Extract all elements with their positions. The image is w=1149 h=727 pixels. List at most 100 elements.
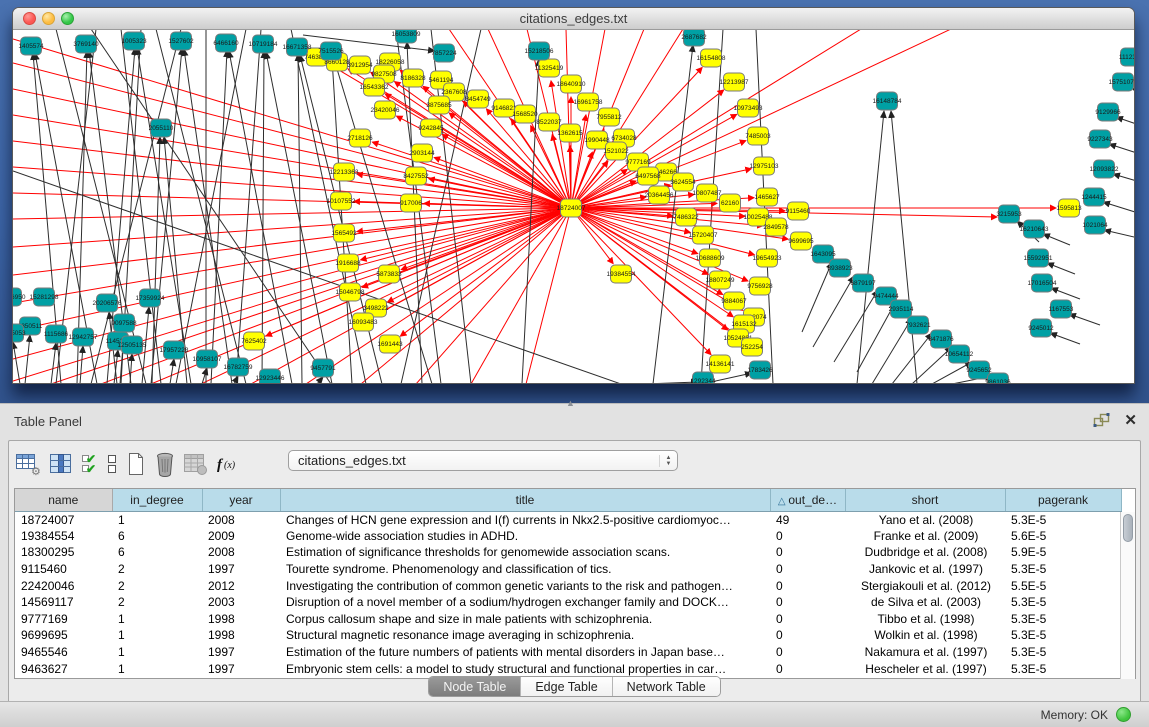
table-cell[interactable]: 9463627: [15, 660, 112, 677]
table-row[interactable]: 969969511998Structural magnetic resonanc…: [15, 627, 1121, 644]
network-node[interactable]: 1565492: [331, 224, 357, 242]
network-node[interactable]: 18807249: [706, 271, 735, 289]
network-node[interactable]: 1112304: [1119, 48, 1134, 66]
table-cell[interactable]: 1997: [202, 561, 280, 578]
memory-status-indicator[interactable]: [1116, 707, 1131, 722]
table-cell[interactable]: 1997: [202, 660, 280, 677]
network-node[interactable]: 1465627: [754, 188, 780, 206]
network-node[interactable]: 1244415: [1081, 188, 1107, 206]
network-node[interactable]: 16782759: [224, 358, 253, 376]
table-cell[interactable]: Changes of HCN gene expression and I(f) …: [280, 511, 770, 528]
table-cell[interactable]: Dudbridge et al. (2008): [845, 544, 1005, 561]
network-node[interactable]: 8454749: [465, 90, 491, 108]
table-cell[interactable]: 1: [112, 511, 202, 528]
table-cell[interactable]: 9777169: [15, 611, 112, 628]
network-node[interactable]: 3875685: [426, 96, 452, 114]
table-row[interactable]: 1456911722003Disruption of a novel membe…: [15, 594, 1121, 611]
table-cell[interactable]: 2: [112, 577, 202, 594]
table-cell[interactable]: 0: [770, 528, 845, 545]
table-cell[interactable]: Corpus callosum shape and size in male p…: [280, 611, 770, 628]
table-cell[interactable]: Franke et al. (2009): [845, 528, 1005, 545]
network-node[interactable]: 5873833: [376, 265, 402, 283]
table-cell[interactable]: 1998: [202, 627, 280, 644]
table-settings-icon[interactable]: ⚙: [15, 452, 41, 476]
network-node[interactable]: 16148784: [873, 92, 902, 110]
column-header-pagerank[interactable]: pagerank: [1005, 489, 1121, 511]
network-graph[interactable]: 7463822866012839129541822605898275088186…: [13, 30, 1134, 383]
network-node[interactable]: 8427552: [403, 167, 429, 185]
network-node[interactable]: 15592951: [1024, 249, 1053, 267]
network-node[interactable]: 16671358: [283, 38, 312, 56]
network-node[interactable]: 16053809: [392, 30, 421, 43]
column-header-out_de[interactable]: △ out_de…: [770, 489, 845, 511]
network-node[interactable]: 10958107: [193, 350, 222, 368]
table-cell[interactable]: Embryonic stem cells: a model to study s…: [280, 660, 770, 677]
column-header-year[interactable]: year: [202, 489, 280, 511]
table-cell[interactable]: 5.3E-5: [1005, 594, 1121, 611]
table-cell[interactable]: Estimation of significance thresholds fo…: [280, 544, 770, 561]
rows-icon[interactable]: [106, 452, 118, 476]
float-panel-icon[interactable]: [1093, 412, 1110, 429]
network-node[interactable]: 12942757: [69, 328, 98, 346]
network-node[interactable]: 15046798: [336, 283, 365, 301]
network-node[interactable]: 1527602: [168, 32, 194, 50]
network-node[interactable]: 7625402: [241, 332, 267, 350]
splitter-handle[interactable]: ▲: [566, 398, 575, 408]
network-node[interactable]: 2718126: [347, 129, 373, 147]
network-node[interactable]: 2849578: [763, 218, 789, 236]
network-node[interactable]: 9245012: [1028, 319, 1054, 337]
table-cell[interactable]: 5.3E-5: [1005, 511, 1121, 528]
network-node[interactable]: 252254: [741, 338, 763, 356]
table-cell[interactable]: 18724007: [15, 511, 112, 528]
network-node[interactable]: 10719184: [249, 35, 278, 53]
network-node[interactable]: 6497568: [635, 167, 661, 185]
network-node[interactable]: 2055110: [149, 119, 174, 137]
table-cell[interactable]: 5.3E-5: [1005, 561, 1121, 578]
network-node[interactable]: 917006: [400, 194, 422, 212]
network-node[interactable]: 1521022: [603, 142, 629, 160]
network-node[interactable]: 7857224: [431, 44, 457, 62]
network-node[interactable]: 9227343: [1087, 130, 1113, 148]
table-row[interactable]: 977716911998Corpus callosum shape and si…: [15, 611, 1121, 628]
table-row[interactable]: 946554611997Estimation of the future num…: [15, 644, 1121, 661]
table-cell[interactable]: 6: [112, 528, 202, 545]
table-cell[interactable]: Genome-wide association studies in ADHD.: [280, 528, 770, 545]
network-node[interactable]: 1005323: [121, 32, 147, 50]
network-node[interactable]: 12975103: [750, 157, 779, 175]
table-cell[interactable]: 0: [770, 544, 845, 561]
table-cell[interactable]: 19384554: [15, 528, 112, 545]
tab-node-table[interactable]: Node Table: [429, 677, 521, 696]
network-node[interactable]: 2935114: [889, 300, 914, 318]
network-node[interactable]: 12923446: [256, 369, 285, 383]
network-node[interactable]: 7485003: [745, 127, 771, 145]
network-node[interactable]: 1292344: [690, 372, 716, 383]
network-node[interactable]: 15751074: [1109, 73, 1134, 91]
network-node[interactable]: 15218506: [525, 42, 554, 60]
table-cell[interactable]: Nakamura et al. (1997): [845, 644, 1005, 661]
table-row[interactable]: 1872400712008Changes of HCN gene express…: [15, 511, 1121, 528]
network-node[interactable]: 8471876: [928, 330, 954, 348]
table-cell[interactable]: 1: [112, 644, 202, 661]
network-node[interactable]: 2903144: [409, 144, 435, 162]
table-row[interactable]: 1830029562008Estimation of significance …: [15, 544, 1121, 561]
network-node[interactable]: 16210643: [1020, 220, 1049, 238]
network-node[interactable]: 20364456: [645, 186, 674, 204]
network-node[interactable]: 1405574: [18, 37, 44, 55]
network-node[interactable]: 12093822: [1090, 160, 1119, 178]
table-cell[interactable]: 14569117: [15, 594, 112, 611]
table-cell[interactable]: 5.3E-5: [1005, 627, 1121, 644]
network-node[interactable]: 7932621: [905, 316, 931, 334]
tab-edge-table[interactable]: Edge Table: [521, 677, 612, 696]
close-panel-icon[interactable]: ✕: [1124, 413, 1137, 428]
network-node[interactable]: 3215953: [996, 205, 1022, 223]
table-cell[interactable]: 2009: [202, 528, 280, 545]
network-node[interactable]: 17957223: [160, 341, 189, 359]
network-node[interactable]: 17016504: [1028, 274, 1057, 292]
network-node[interactable]: 15720407: [689, 226, 718, 244]
table-row[interactable]: 1938455462009Genome-wide association stu…: [15, 528, 1121, 545]
network-node[interactable]: 1167553: [1049, 300, 1074, 318]
network-node[interactable]: 1021064: [1082, 216, 1108, 234]
network-node[interactable]: 14136141: [706, 355, 735, 373]
table-cell[interactable]: de Silva et al. (2003): [845, 594, 1005, 611]
table-cell[interactable]: 1: [112, 611, 202, 628]
